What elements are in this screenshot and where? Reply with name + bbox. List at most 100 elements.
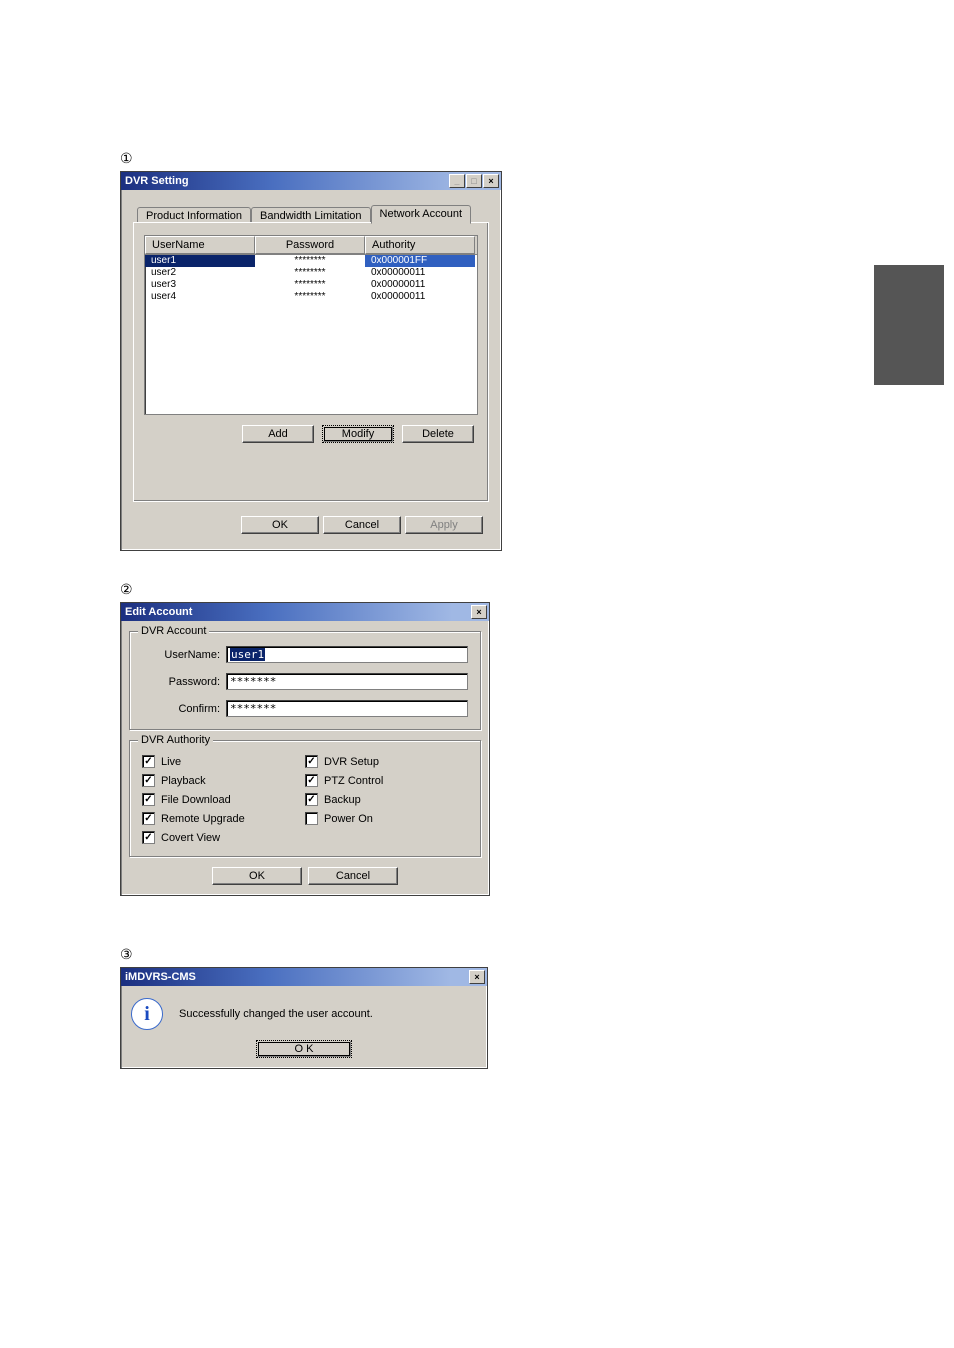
cell-authority: 0x00000011 <box>365 291 475 303</box>
chk-label: Power On <box>324 813 373 825</box>
confirm-input[interactable]: ******* <box>226 700 468 717</box>
account-row[interactable]: user1 ******** 0x000001FF <box>145 255 477 267</box>
chk-label: Backup <box>324 794 361 806</box>
edit-account-titlebar: Edit Account × <box>121 603 489 621</box>
chk-playback[interactable]: Playback <box>142 774 305 787</box>
chk-label: Covert View <box>161 832 220 844</box>
chk-backup[interactable]: Backup <box>305 793 468 806</box>
password-label: Password: <box>142 676 220 688</box>
chk-dvr-setup[interactable]: DVR Setup <box>305 755 468 768</box>
col-password[interactable]: Password <box>255 236 365 254</box>
ok-button[interactable]: OK <box>212 867 302 885</box>
account-row[interactable]: user3 ******** 0x00000011 <box>145 279 477 291</box>
info-icon: i <box>131 998 163 1030</box>
password-input[interactable]: ******* <box>226 673 468 690</box>
chk-covert-view[interactable]: Covert View <box>142 831 305 844</box>
checkbox-icon <box>142 755 155 768</box>
cell-authority: 0x00000011 <box>365 267 475 279</box>
minimize-button[interactable]: _ <box>449 174 465 188</box>
close-button[interactable]: × <box>471 605 487 619</box>
message-title: iMDVRS-CMS <box>125 971 469 983</box>
account-list-header: UserName Password Authority <box>145 236 477 255</box>
cancel-button[interactable]: Cancel <box>308 867 398 885</box>
ok-button[interactable]: O K <box>256 1040 352 1058</box>
cell-authority: 0x00000011 <box>365 279 475 291</box>
chk-power-on[interactable]: Power On <box>305 812 468 825</box>
chk-label: File Download <box>161 794 231 806</box>
dvr-account-group: DVR Account UserName: user1 Password: **… <box>129 631 481 730</box>
username-label: UserName: <box>142 649 220 661</box>
cancel-button[interactable]: Cancel <box>323 516 401 534</box>
dvr-account-legend: DVR Account <box>138 625 209 637</box>
edit-account-body: DVR Account UserName: user1 Password: **… <box>121 621 489 895</box>
account-action-row: Add Modify Delete <box>144 425 478 443</box>
checkbox-icon <box>305 793 318 806</box>
chk-label: Playback <box>161 775 206 787</box>
dvr-setting-title: DVR Setting <box>125 175 449 187</box>
edit-account-button-row: OK Cancel <box>121 867 489 885</box>
checkbox-icon <box>142 793 155 806</box>
confirm-value: ******* <box>230 702 276 715</box>
apply-button[interactable]: Apply <box>405 516 483 534</box>
account-list[interactable]: UserName Password Authority user1 ******… <box>144 235 478 415</box>
message-button-row: O K <box>131 1040 477 1058</box>
callout-2: ② <box>120 581 954 598</box>
cell-password: ******** <box>255 255 365 267</box>
dialog-button-row: OK Cancel Apply <box>133 516 489 534</box>
tabstrip: Product Information Bandwidth Limitation… <box>133 204 489 223</box>
chk-file-download[interactable]: File Download <box>142 793 305 806</box>
chk-live[interactable]: Live <box>142 755 305 768</box>
close-button[interactable]: × <box>469 970 485 984</box>
cell-username: user4 <box>145 291 255 303</box>
dvr-setting-titlebar: DVR Setting _ □ × <box>121 172 501 190</box>
add-button[interactable]: Add <box>242 425 314 443</box>
message-titlebar: iMDVRS-CMS × <box>121 968 487 986</box>
dvr-authority-group: DVR Authority Live DVR Setup Playback PT… <box>129 740 481 857</box>
dvr-authority-legend: DVR Authority <box>138 734 213 746</box>
message-window: iMDVRS-CMS × i Successfully changed the … <box>120 967 488 1069</box>
password-value: ******* <box>230 675 276 688</box>
side-tab-marker <box>874 265 944 385</box>
modify-button[interactable]: Modify <box>322 425 394 443</box>
delete-button[interactable]: Delete <box>402 425 474 443</box>
checkbox-icon <box>305 812 318 825</box>
checkbox-icon <box>305 755 318 768</box>
callout-1: ① <box>120 150 954 167</box>
edit-account-window: Edit Account × DVR Account UserName: use… <box>120 602 490 896</box>
chk-ptz[interactable]: PTZ Control <box>305 774 468 787</box>
callout-3: ③ <box>120 946 954 963</box>
username-input[interactable]: user1 <box>226 646 468 663</box>
checkbox-icon <box>142 774 155 787</box>
cell-password: ******** <box>255 291 365 303</box>
col-authority[interactable]: Authority <box>365 236 475 254</box>
network-account-pane: UserName Password Authority user1 ******… <box>133 222 489 502</box>
close-button[interactable]: × <box>483 174 499 188</box>
checkbox-icon <box>305 774 318 787</box>
chk-label: Remote Upgrade <box>161 813 245 825</box>
cell-username: user1 <box>145 255 255 267</box>
col-username[interactable]: UserName <box>145 236 255 254</box>
cell-username: user3 <box>145 279 255 291</box>
page-root: ① DVR Setting _ □ × Product Information … <box>0 0 954 1348</box>
chk-label: Live <box>161 756 181 768</box>
checkbox-icon <box>142 831 155 844</box>
account-row[interactable]: user4 ******** 0x00000011 <box>145 291 477 303</box>
account-row[interactable]: user2 ******** 0x00000011 <box>145 267 477 279</box>
cell-password: ******** <box>255 267 365 279</box>
chk-remote-upgrade[interactable]: Remote Upgrade <box>142 812 305 825</box>
cell-password: ******** <box>255 279 365 291</box>
dvr-setting-body: Product Information Bandwidth Limitation… <box>121 190 501 550</box>
ok-button[interactable]: OK <box>241 516 319 534</box>
dvr-setting-window: DVR Setting _ □ × Product Information Ba… <box>120 171 502 551</box>
message-body: i Successfully changed the user account.… <box>121 986 487 1068</box>
maximize-button[interactable]: □ <box>466 174 482 188</box>
checkbox-icon <box>142 812 155 825</box>
cell-authority: 0x000001FF <box>365 255 475 267</box>
confirm-label: Confirm: <box>142 703 220 715</box>
chk-label: PTZ Control <box>324 775 383 787</box>
username-value: user1 <box>230 648 265 661</box>
edit-account-title: Edit Account <box>125 606 471 618</box>
tab-network-account[interactable]: Network Account <box>371 205 472 224</box>
message-text: Successfully changed the user account. <box>179 1008 373 1020</box>
chk-label: DVR Setup <box>324 756 379 768</box>
